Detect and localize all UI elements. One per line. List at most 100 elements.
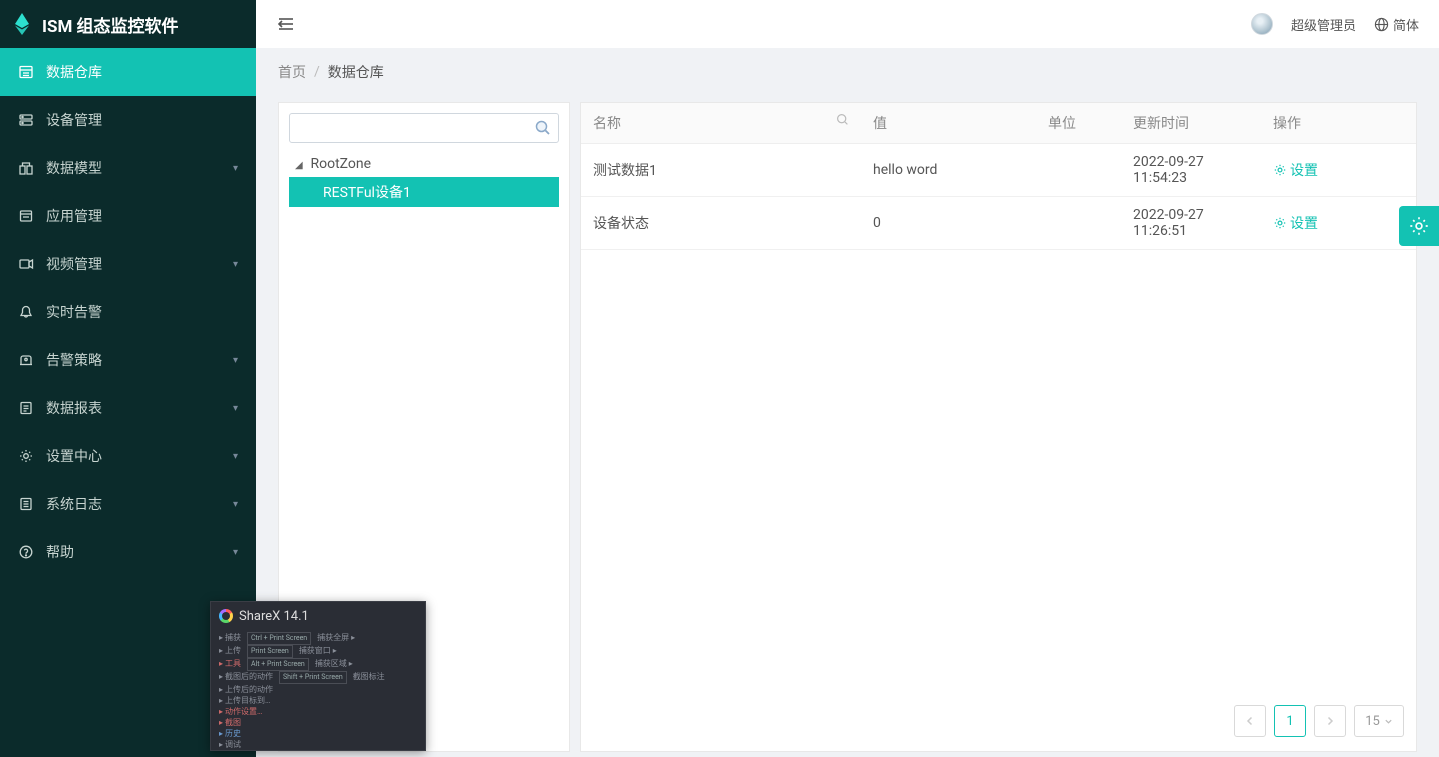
col-updated: 更新时间 — [1133, 116, 1189, 132]
data-table: 名称 值 单位 更新时间 操作 测试数据1hello word 2022-09-2… — [581, 103, 1416, 250]
sidebar-collapse-button[interactable] — [276, 14, 296, 34]
tree-search-input[interactable] — [290, 114, 558, 142]
sidebar-item-5[interactable]: 实时告警 — [0, 288, 256, 336]
tree-child-label: RESTFul设备1 — [323, 185, 411, 201]
language-switcher[interactable]: 简体 — [1374, 15, 1419, 34]
cell-value: hello word — [861, 144, 1036, 197]
tree-search-box — [289, 113, 559, 143]
sharex-titlebar: ShareX 14.1 — [211, 602, 425, 630]
menu-icon — [18, 304, 34, 320]
globe-icon — [1374, 17, 1389, 32]
menu-label: 系统日志 — [46, 494, 102, 514]
col-unit: 单位 — [1048, 116, 1076, 132]
op-label: 设置 — [1290, 160, 1318, 180]
user-label[interactable]: 超级管理员 — [1291, 15, 1356, 34]
header: 超级管理员 简体 — [256, 0, 1439, 48]
menu-label: 实时告警 — [46, 302, 102, 322]
menu-label: 应用管理 — [46, 206, 102, 226]
sharex-body: ▸ 捕获Ctrl + Print Screen捕获全屏 ▸ ▸ 上传Print … — [211, 630, 425, 751]
language-label: 简体 — [1393, 15, 1419, 34]
menu-label: 数据报表 — [46, 398, 102, 418]
menu-icon — [18, 448, 34, 464]
breadcrumb-separator: / — [314, 64, 320, 80]
avatar[interactable] — [1251, 13, 1273, 35]
column-search-icon[interactable] — [836, 113, 849, 126]
sidebar-menu: 数据仓库设备管理数据模型▾应用管理视频管理▾实时告警告警策略▾数据报表▾设置中心… — [0, 48, 256, 576]
col-value: 值 — [873, 116, 887, 132]
cell-name: 测试数据1 — [581, 144, 861, 197]
page-size-value: 15 — [1365, 714, 1380, 729]
app-logo-bar: ISM 组态监控软件 — [0, 0, 256, 48]
table-row: 设备状态0 2022-09-27 11:26:51 设置 — [581, 197, 1416, 250]
row-settings-link[interactable]: 设置 — [1273, 160, 1318, 180]
table-row: 测试数据1hello word 2022-09-27 11:54:23 设置 — [581, 144, 1416, 197]
chevron-down-icon: ▾ — [233, 355, 238, 366]
menu-label: 告警策略 — [46, 350, 102, 370]
breadcrumb-home[interactable]: 首页 — [278, 62, 306, 82]
sidebar-item-0[interactable]: 数据仓库 — [0, 48, 256, 96]
cell-name: 设备状态 — [581, 197, 861, 250]
menu-icon — [18, 400, 34, 416]
menu-label: 设置中心 — [46, 446, 102, 466]
sidebar-item-10[interactable]: 帮助 ▾ — [0, 528, 256, 576]
cell-unit — [1036, 197, 1121, 250]
menu-icon — [18, 496, 34, 512]
page-number-1[interactable]: 1 — [1274, 705, 1306, 737]
tree-child-node[interactable]: RESTFul设备1 — [289, 177, 559, 207]
sidebar-item-1[interactable]: 设备管理 — [0, 96, 256, 144]
sidebar-item-3[interactable]: 应用管理 — [0, 192, 256, 240]
menu-icon — [18, 352, 34, 368]
menu-icon — [18, 208, 34, 224]
chevron-down-icon: ▾ — [233, 403, 238, 414]
row-settings-link[interactable]: 设置 — [1273, 213, 1318, 233]
search-icon[interactable] — [534, 119, 552, 137]
app-title: ISM 组态监控软件 — [42, 12, 179, 37]
op-label: 设置 — [1290, 213, 1318, 233]
menu-label: 视频管理 — [46, 254, 102, 274]
cell-value: 0 — [861, 197, 1036, 250]
gear-icon — [1273, 216, 1287, 230]
cell-updated: 2022-09-27 11:54:23 — [1121, 144, 1261, 197]
sidebar-item-7[interactable]: 数据报表 ▾ — [0, 384, 256, 432]
caret-down-icon: ◢ — [295, 160, 305, 171]
cell-unit — [1036, 144, 1121, 197]
chevron-down-icon: ▾ — [233, 163, 238, 174]
chevron-down-icon: ▾ — [233, 547, 238, 558]
menu-icon — [18, 544, 34, 560]
logo-icon — [12, 11, 32, 37]
sidebar-item-8[interactable]: 设置中心 ▾ — [0, 432, 256, 480]
tree-root-node[interactable]: ◢ RootZone — [289, 151, 559, 177]
page-prev-button[interactable] — [1234, 705, 1266, 737]
device-tree: ◢ RootZone RESTFul设备1 — [289, 151, 559, 207]
menu-label: 设备管理 — [46, 110, 102, 130]
col-name: 名称 — [593, 116, 621, 132]
page-next-button[interactable] — [1314, 705, 1346, 737]
breadcrumb-current: 数据仓库 — [328, 62, 384, 82]
content-area: ◢ RootZone RESTFul设备1 名称 值 单位 — [256, 96, 1439, 757]
chevron-down-icon: ▾ — [233, 259, 238, 270]
sidebar-item-2[interactable]: 数据模型 ▾ — [0, 144, 256, 192]
sharex-window-thumbnail[interactable]: ShareX 14.1 ▸ 捕获Ctrl + Print Screen捕获全屏 … — [210, 601, 426, 751]
gear-icon — [1408, 215, 1430, 237]
sidebar-item-6[interactable]: 告警策略 ▾ — [0, 336, 256, 384]
chevron-down-icon: ▾ — [233, 499, 238, 510]
sharex-title-text: ShareX 14.1 — [239, 609, 309, 624]
menu-icon — [18, 112, 34, 128]
col-op: 操作 — [1273, 116, 1301, 132]
menu-icon — [18, 256, 34, 272]
pagination: 1 15 — [581, 691, 1416, 751]
menu-icon — [18, 160, 34, 176]
menu-icon — [18, 64, 34, 80]
menu-label: 数据模型 — [46, 158, 102, 178]
sharex-logo-icon — [219, 609, 233, 623]
tree-root-label: RootZone — [310, 156, 371, 172]
sidebar-item-9[interactable]: 系统日志 ▾ — [0, 480, 256, 528]
chevron-down-icon: ▾ — [233, 451, 238, 462]
cell-updated: 2022-09-27 11:26:51 — [1121, 197, 1261, 250]
sidebar-item-4[interactable]: 视频管理 ▾ — [0, 240, 256, 288]
menu-label: 帮助 — [46, 542, 74, 562]
menu-label: 数据仓库 — [46, 62, 102, 82]
breadcrumb: 首页 / 数据仓库 — [256, 48, 1439, 96]
floating-settings-button[interactable] — [1399, 206, 1439, 246]
page-size-select[interactable]: 15 — [1354, 705, 1404, 737]
